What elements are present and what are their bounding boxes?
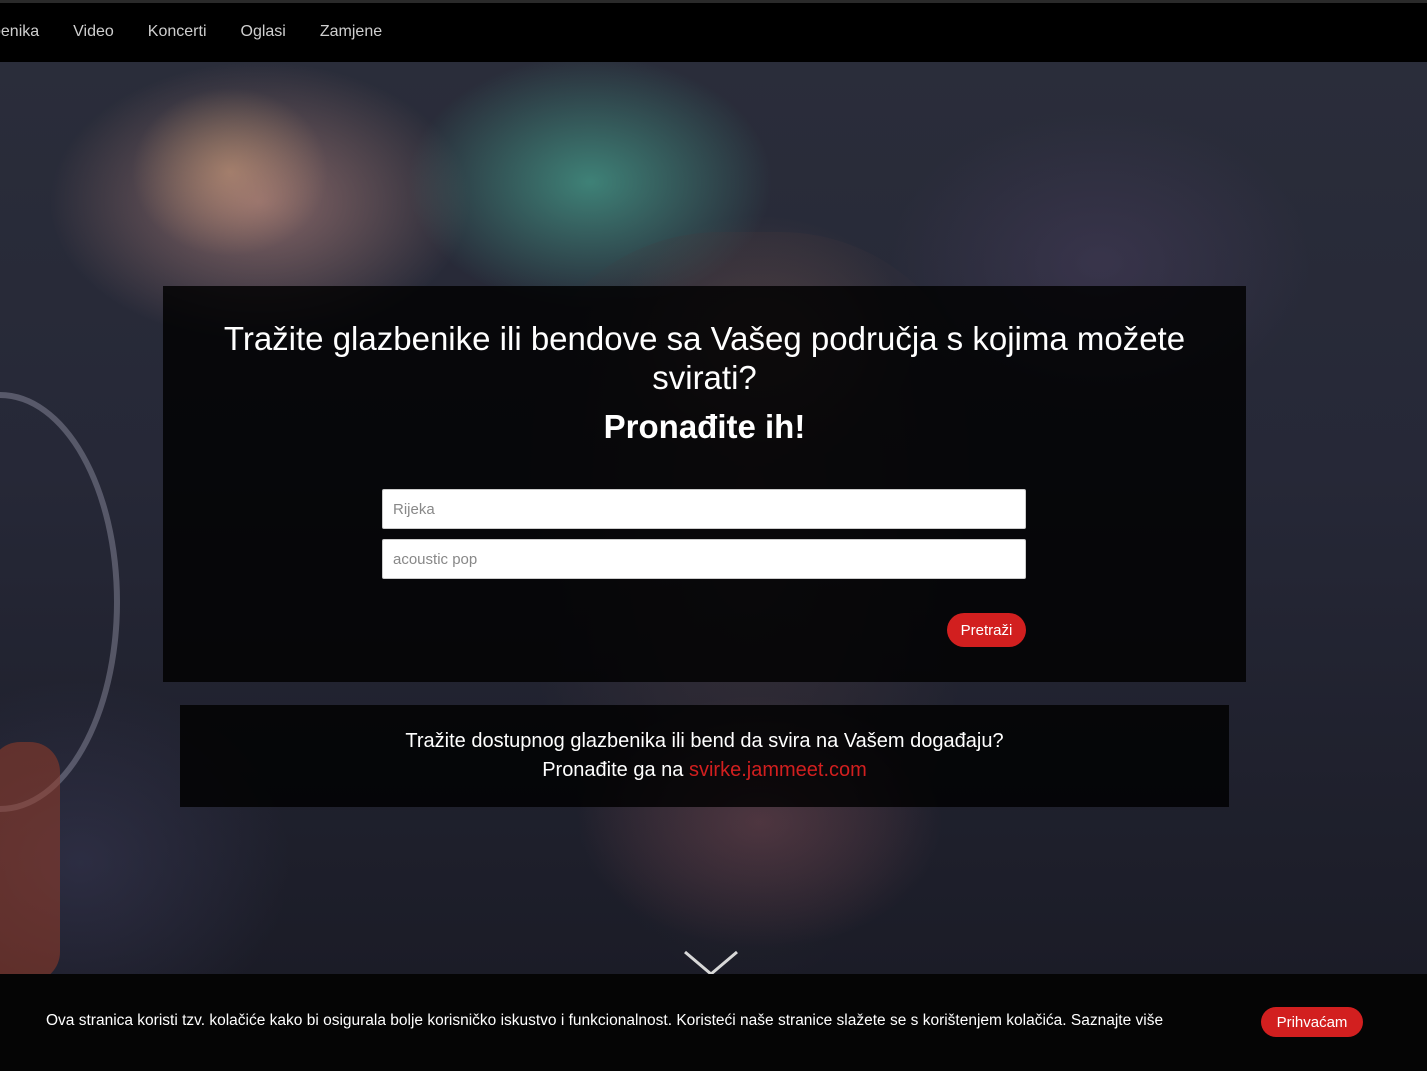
search-subheadline: Pronađite ih! (603, 408, 806, 445)
nav-item-oglasi[interactable]: Oglasi (241, 23, 286, 41)
svirke-link[interactable]: svirke.jammeet.com (689, 759, 867, 781)
cookie-notice-text: Ova stranica koristi tzv. kolačiće kako … (46, 1012, 1164, 1029)
promo-prefix: Pronađite ga na (542, 759, 684, 781)
nav-item-video[interactable]: Video (73, 23, 114, 41)
promo-line-2: Pronađite ga na svirke.jammeet.com (180, 756, 1229, 785)
nav-item-zamjene[interactable]: Zamjene (320, 23, 382, 41)
search-headline: Tražite glazbenike ili bendove sa Vašeg … (223, 320, 1186, 396)
search-button[interactable]: Pretraži (947, 613, 1026, 647)
nav-item-glazbenika[interactable]: zbenika (0, 23, 39, 41)
accept-cookies-button[interactable]: Prihvaćam (1261, 1007, 1363, 1037)
promo-line-1: Tražite dostupnog glazbenika ili bend da… (405, 730, 1004, 752)
guitar-shape (0, 742, 60, 974)
cookie-bar: Ova stranica koristi tzv. kolačiće kako … (0, 974, 1427, 1071)
main-nav: zbenika Video Koncerti Oglasi Zamjene (0, 23, 416, 41)
location-input[interactable] (382, 489, 1026, 529)
nav-item-koncerti[interactable]: Koncerti (148, 23, 207, 41)
search-panel: Tražite glazbenike ili bendove sa Vašeg … (163, 286, 1246, 682)
top-navigation-bar: zbenika Video Koncerti Oglasi Zamjene (0, 0, 1427, 62)
genre-input[interactable] (382, 539, 1026, 579)
promo-box: Tražite dostupnog glazbenika ili bend da… (180, 705, 1229, 807)
chevron-down-icon[interactable] (683, 950, 739, 976)
